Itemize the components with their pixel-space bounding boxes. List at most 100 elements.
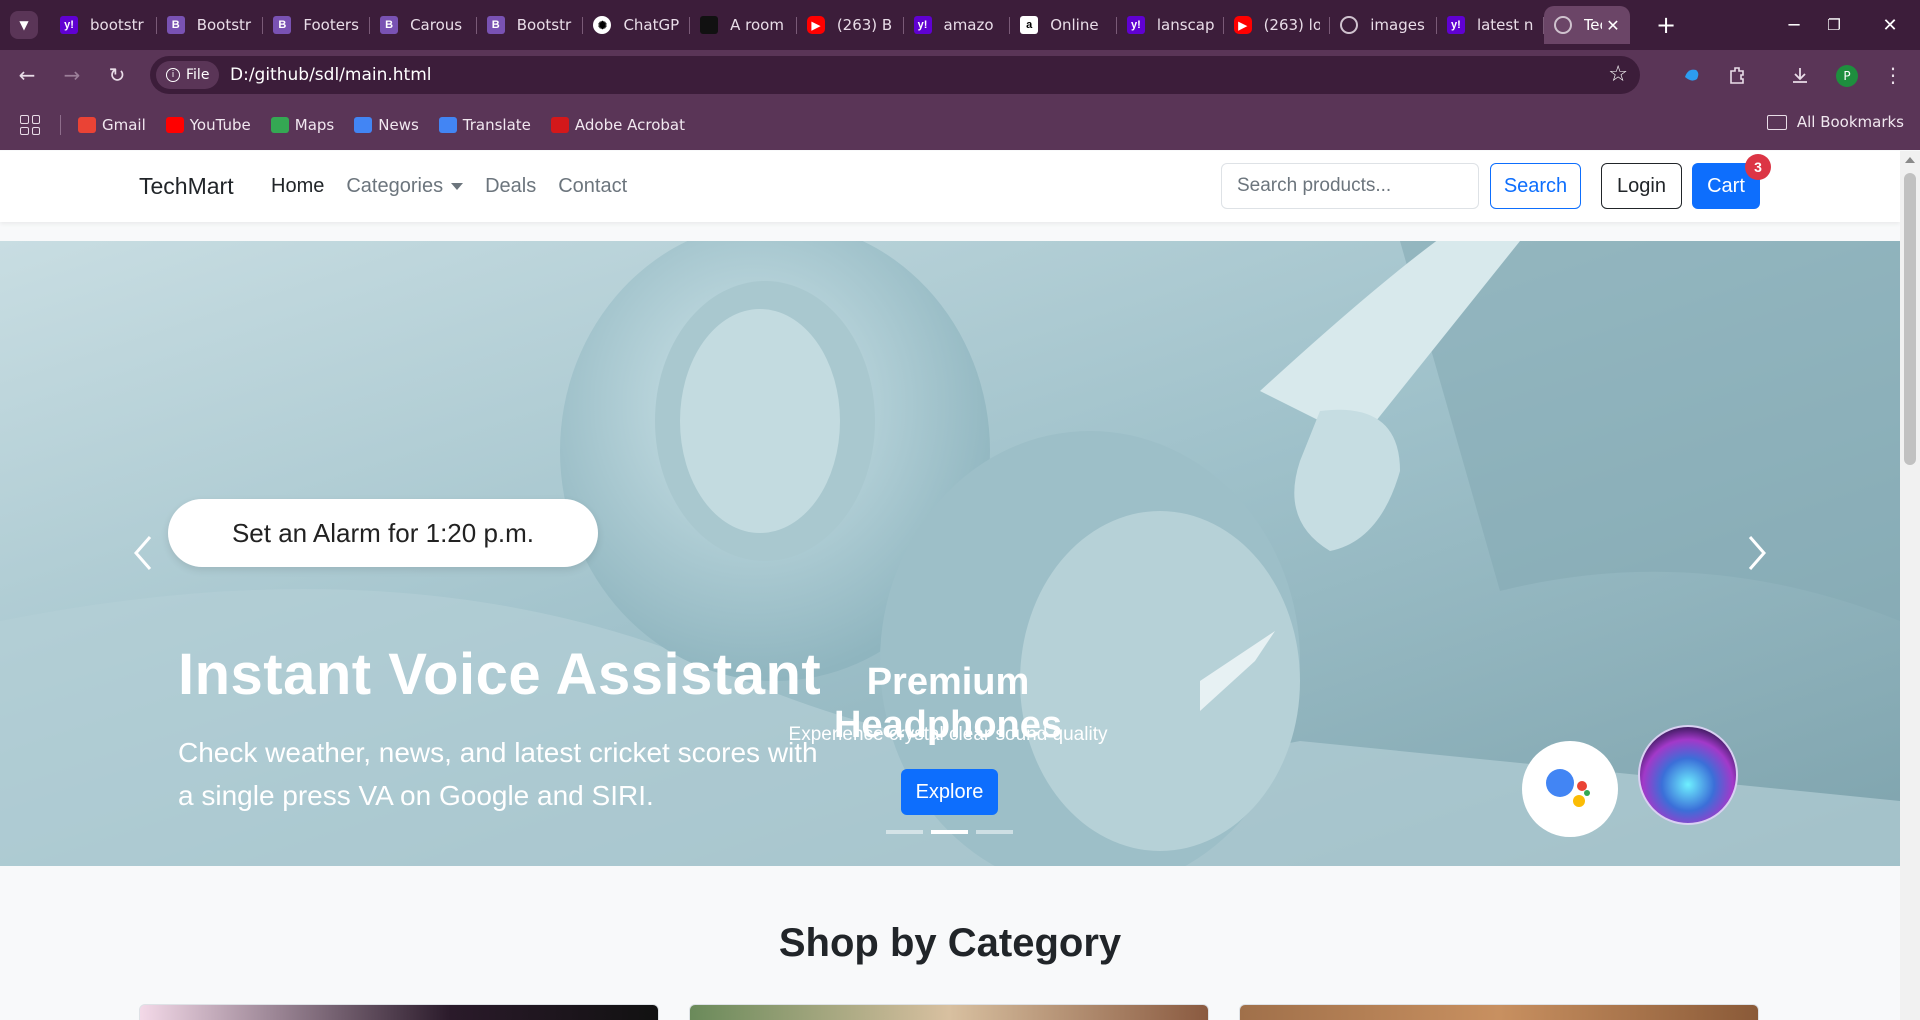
apps-grid-icon[interactable] xyxy=(20,115,40,135)
tab[interactable]: y! lanscap xyxy=(1117,6,1224,44)
tab-list: y! bootstr B Bootstr B Footers B Carous B Bootstr… xyxy=(50,6,1630,44)
bookmark-star-icon[interactable]: ☆ xyxy=(1608,62,1628,87)
scroll-thumb[interactable] xyxy=(1904,173,1916,465)
nav-link-home[interactable]: Home xyxy=(271,175,324,198)
profile-avatar[interactable]: P xyxy=(1836,65,1858,87)
bootstrap-icon: B xyxy=(380,16,399,34)
bookmark-youtube[interactable]: YouTube xyxy=(165,113,251,137)
tab[interactable]: A room xyxy=(690,6,797,44)
tab-title: Tec xyxy=(1583,16,1603,34)
google-assistant-icon xyxy=(1522,741,1618,837)
bookmark-translate[interactable]: Translate xyxy=(438,113,531,137)
tab-title: amazo xyxy=(943,16,994,34)
hero-ad-title: Instant Voice Assistant xyxy=(178,642,822,707)
site-navbar: TechMart Home Categories Deals Contact S… xyxy=(0,151,1900,222)
browser-tab-strip: ▼ y! bootstr B Bootstr B Footers B Carous B Boots… xyxy=(0,0,1920,50)
nav-link-categories[interactable]: Categories xyxy=(346,175,464,198)
site-chip-label: File xyxy=(186,67,210,83)
tab[interactable]: y! bootstr xyxy=(50,6,157,44)
all-bookmarks-button[interactable]: All Bookmarks xyxy=(1766,113,1904,131)
tab[interactable]: y! amazo xyxy=(904,6,1011,44)
yahoo-icon: y! xyxy=(1446,16,1465,34)
carousel-indicator-2[interactable] xyxy=(931,830,968,834)
bootstrap-icon: B xyxy=(486,16,505,34)
bookmark-label: Maps xyxy=(294,116,335,134)
carousel-indicator-1[interactable] xyxy=(886,830,923,834)
search-input[interactable] xyxy=(1221,163,1479,209)
carousel-prev-button[interactable] xyxy=(122,523,162,583)
category-card-1[interactable] xyxy=(139,1004,659,1020)
forward-button[interactable]: → xyxy=(57,60,87,90)
site-info-chip[interactable]: i File xyxy=(156,61,220,89)
nav-links: Home Categories Deals Contact xyxy=(271,175,627,198)
tab-title: (263) lo xyxy=(1263,16,1321,34)
restore-button[interactable]: ❐ xyxy=(1819,10,1849,40)
yahoo-icon: y! xyxy=(1126,16,1145,34)
youtube-icon: ▶ xyxy=(806,16,825,34)
category-card-3[interactable] xyxy=(1239,1004,1759,1020)
tab-title: Bootstr xyxy=(516,16,572,34)
tab[interactable]: ▶ (263) B xyxy=(797,6,904,44)
brand-logo[interactable]: TechMart xyxy=(139,173,234,200)
nav-link-deals[interactable]: Deals xyxy=(485,175,536,198)
carousel-indicator-3[interactable] xyxy=(976,830,1013,834)
globe-icon xyxy=(1340,16,1359,34)
nav-link-contact[interactable]: Contact xyxy=(558,175,627,198)
search-button[interactable]: Search xyxy=(1490,163,1581,209)
extensions-icon[interactable] xyxy=(1724,62,1750,88)
youtube-icon: ▶ xyxy=(1233,16,1252,34)
tab[interactable]: ✺ ChatGP xyxy=(583,6,690,44)
siri-icon xyxy=(1638,725,1738,825)
tab-title: bootstr xyxy=(90,16,144,34)
tab-title: ChatGP xyxy=(623,16,680,34)
category-card-2[interactable] xyxy=(689,1004,1209,1020)
info-icon: i xyxy=(166,68,180,82)
tab[interactable]: images xyxy=(1330,6,1437,44)
tab[interactable]: B Bootstr xyxy=(477,6,584,44)
download-icon[interactable] xyxy=(1787,62,1813,88)
amazon-icon: a xyxy=(1020,16,1039,34)
copilot-icon[interactable] xyxy=(1679,62,1705,88)
tab[interactable]: B Bootstr xyxy=(157,6,264,44)
page-scrollbar[interactable] xyxy=(1900,151,1920,1020)
menu-kebab-icon[interactable]: ⋮ xyxy=(1880,62,1906,88)
url-text[interactable]: D:/github/sdl/main.html xyxy=(230,65,432,85)
chevron-left-icon xyxy=(134,536,152,570)
folder-icon xyxy=(1766,114,1787,130)
bookmark-adobe-acrobat[interactable]: Adobe Acrobat xyxy=(550,113,685,137)
tab[interactable]: a Online xyxy=(1010,6,1117,44)
carousel-next-button[interactable] xyxy=(1738,523,1778,583)
tab[interactable]: y! latest n xyxy=(1437,6,1544,44)
bootstrap-icon: B xyxy=(166,16,185,34)
close-tab-icon[interactable]: ✕ xyxy=(1606,16,1619,35)
youtube-icon xyxy=(165,117,184,133)
tab[interactable]: B Carous xyxy=(370,6,477,44)
chatgpt-icon: ✺ xyxy=(593,16,612,34)
bookmark-list: Gmail YouTube Maps News Translate Adobe Acrob… xyxy=(78,113,705,137)
bookmark-maps[interactable]: Maps xyxy=(270,113,335,137)
login-button[interactable]: Login xyxy=(1601,163,1682,209)
reload-button[interactable]: ↻ xyxy=(102,60,132,90)
tab-search-button[interactable]: ▼ xyxy=(10,11,38,39)
close-window-button[interactable]: ✕ xyxy=(1875,10,1905,40)
nav-link-categories-label: Categories xyxy=(346,175,444,197)
explore-button[interactable]: Explore xyxy=(901,769,998,815)
tab-active[interactable]: Tec✕ xyxy=(1543,6,1630,44)
caret-down-icon xyxy=(451,183,464,191)
scroll-up-arrow-icon[interactable] xyxy=(1905,157,1915,163)
new-tab-button[interactable]: + xyxy=(1651,10,1681,40)
bookmark-news[interactable]: News xyxy=(354,113,419,137)
back-button[interactable]: ← xyxy=(12,60,42,90)
minimize-button[interactable]: ─ xyxy=(1779,10,1809,40)
hero-carousel: Set an Alarm for 1:20 p.m. Instant Voice… xyxy=(0,241,1900,866)
tab[interactable]: B Footers xyxy=(263,6,370,44)
yahoo-icon: y! xyxy=(913,16,932,34)
carousel-caption-text: Experience crystal clear sound quality xyxy=(788,724,1108,745)
bookmark-gmail[interactable]: Gmail xyxy=(78,113,146,137)
hero-ad-subtitle: Check weather, news, and latest cricket … xyxy=(178,737,818,811)
chevron-down-icon: ▼ xyxy=(19,18,29,32)
address-bar[interactable]: i File D:/github/sdl/main.html ☆ xyxy=(150,56,1640,94)
tab-title: Online xyxy=(1050,16,1099,34)
bookmark-label: News xyxy=(378,116,419,134)
tab[interactable]: ▶ (263) lo xyxy=(1224,6,1331,44)
